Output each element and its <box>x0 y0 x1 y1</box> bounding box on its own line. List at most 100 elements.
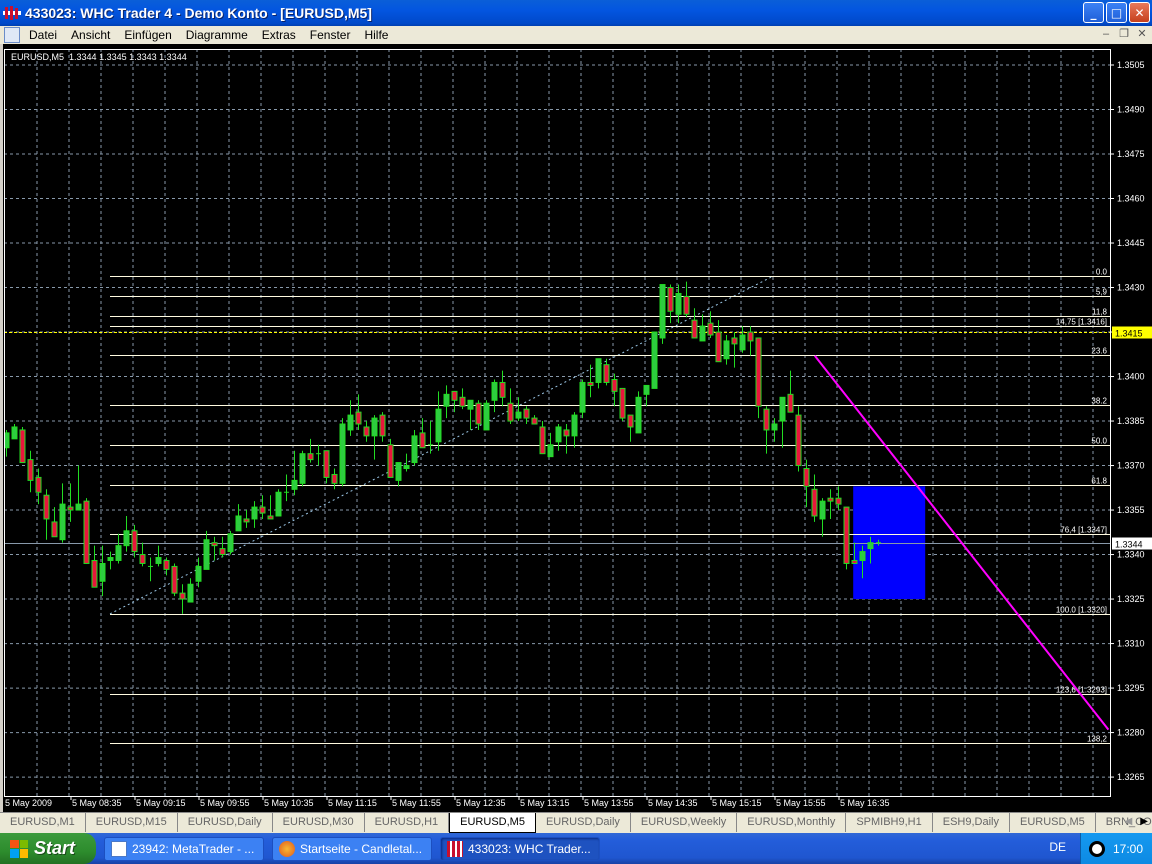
candle-body <box>307 453 314 461</box>
y-tick-label: 1.3340 <box>1117 550 1145 560</box>
price-chart[interactable]: 0.0 5,9 11,814,75 [1.3416] 23.6 38.2 50.0 61.8… <box>0 44 1152 812</box>
menu-hilfe[interactable]: Hilfe <box>357 28 395 42</box>
whc-trader-icon <box>447 840 463 857</box>
minimize-button[interactable]: _ <box>1083 2 1104 23</box>
system-tray: 17:00 <box>1080 833 1152 864</box>
candle-body <box>419 432 426 449</box>
taskbar-item-firefox[interactable]: Startseite - Candletal... <box>272 836 432 861</box>
fibo-level-label: 38.2 <box>1091 397 1107 406</box>
menu-extras[interactable]: Extras <box>255 28 303 42</box>
maximize-button[interactable]: □ <box>1106 2 1127 23</box>
candle-body <box>43 494 50 520</box>
candle <box>403 453 410 472</box>
menu-datei[interactable]: Datei <box>22 28 64 42</box>
candle <box>619 387 626 422</box>
candle-body <box>715 331 722 363</box>
panda-antivirus-icon[interactable] <box>1089 840 1105 857</box>
y-tick-label: 1.3490 <box>1117 105 1145 115</box>
y-tick-label: 1.3400 <box>1117 372 1145 382</box>
x-tick-label: 5 May 09:55 <box>200 798 250 808</box>
mdi-close-button[interactable]: ✕ <box>1134 27 1150 42</box>
candle <box>571 412 578 448</box>
x-tick-label: 5 May 10:35 <box>264 798 314 808</box>
tab-scroll-right-icon[interactable]: ▶ <box>1140 816 1148 827</box>
candle-body <box>803 468 810 487</box>
menu-diagramme[interactable]: Diagramme <box>179 28 255 42</box>
rectangle-object <box>853 486 926 600</box>
y-tick-label: 1.3430 <box>1117 283 1145 293</box>
y-tick-label: 1.3325 <box>1117 594 1145 604</box>
candle-body <box>739 334 746 351</box>
chart-tab[interactable]: ESH9,Daily <box>933 813 1010 832</box>
candle <box>699 314 706 342</box>
candle-body <box>411 435 418 464</box>
x-tick-label: 5 May 12:35 <box>456 798 506 808</box>
chart-window[interactable]: 0.0 5,9 11,8 14,75 [1.3416] 23.6 38.2 50.0 61.8… <box>0 44 1152 812</box>
candle <box>91 545 98 588</box>
chart-tab[interactable]: SPMIBH9,H1 <box>846 813 933 832</box>
y-tick-label: 1.3370 <box>1117 461 1145 471</box>
candle-body <box>275 491 282 517</box>
candle-body <box>723 340 730 360</box>
candle <box>395 462 402 487</box>
chart-tab[interactable]: EURUSD,Daily <box>536 813 631 832</box>
y-tick-label: 1.3385 <box>1117 416 1145 426</box>
candle-body <box>11 426 18 440</box>
menu-einfuegen[interactable]: Einfügen <box>117 28 178 42</box>
start-button[interactable]: Start <box>0 833 96 864</box>
menu-fenster[interactable]: Fenster <box>303 28 358 42</box>
candle <box>235 504 242 532</box>
tab-scroll-left-icon[interactable]: ◀ <box>1125 816 1133 827</box>
chart-tab[interactable]: EURUSD,Weekly <box>631 813 738 832</box>
candle-body <box>859 551 866 561</box>
chart-tab[interactable]: EURUSD,M5 <box>1010 813 1096 832</box>
x-tick-label: 5 May 09:15 <box>136 798 186 808</box>
candle-body <box>691 319 698 339</box>
chart-tab[interactable]: EURUSD,M15 <box>86 813 178 832</box>
candle <box>659 284 666 344</box>
chart-tab[interactable]: EURUSD,M1 <box>0 813 86 832</box>
candle <box>115 533 122 564</box>
candle-body <box>587 381 594 386</box>
candle <box>539 421 546 455</box>
menu-ansicht[interactable]: Ansicht <box>64 28 117 42</box>
chart-tab[interactable]: EURUSD,Monthly <box>737 813 847 832</box>
chart-tab[interactable]: EURUSD,Daily <box>178 813 273 832</box>
candle <box>299 450 306 487</box>
task-label: Startseite - Candletal... <box>300 841 423 856</box>
candle-body <box>627 414 634 428</box>
taskbar-item-whc-trader[interactable]: 433023: WHC Trader... <box>440 836 600 861</box>
chart-tab[interactable]: EURUSD,H1 <box>365 813 450 832</box>
chart-window-icon[interactable] <box>4 27 20 43</box>
candle <box>683 281 690 318</box>
taskbar: Start 23942: MetaTrader - ... Startseite… <box>0 833 1152 864</box>
candle-body <box>667 287 674 312</box>
language-indicator[interactable]: DE <box>1049 840 1066 854</box>
fibo-level-label: 76,4 [1.3347] <box>1060 526 1107 535</box>
candle-body <box>195 565 202 582</box>
chart-open: 1.3344 <box>69 52 97 62</box>
mdi-restore-button[interactable]: ❐ <box>1116 27 1132 42</box>
candle-body <box>851 559 858 564</box>
chart-tab[interactable]: EURUSD,M5 <box>449 813 536 833</box>
candle <box>627 414 634 442</box>
y-tick-label: 1.3505 <box>1117 60 1145 70</box>
clock[interactable]: 17:00 <box>1113 842 1143 856</box>
close-button[interactable]: ✕ <box>1129 2 1150 23</box>
candle-body <box>619 387 626 419</box>
candle-body <box>243 518 250 523</box>
candle-body <box>771 423 778 431</box>
chart-tabs: EURUSD,M1 EURUSD,M15 EURUSD,Daily EURUSD,M3… <box>0 812 1152 833</box>
candle-body <box>107 557 114 561</box>
candle-body <box>531 417 538 425</box>
candle <box>819 498 826 537</box>
chart-tab[interactable]: EURUSD,M30 <box>273 813 365 832</box>
mdi-minimize-button[interactable]: – <box>1098 27 1114 42</box>
taskbar-item-metatrader[interactable]: 23942: MetaTrader - ... <box>104 836 264 861</box>
candle <box>284 474 289 502</box>
chart-high: 1.3345 <box>99 52 127 62</box>
candle <box>651 331 658 389</box>
fibo-level-label: 23.6 <box>1091 347 1107 356</box>
title-bar[interactable]: 433023: WHC Trader 4 - Demo Konto - [EUR… <box>0 0 1152 26</box>
candle <box>227 530 234 555</box>
